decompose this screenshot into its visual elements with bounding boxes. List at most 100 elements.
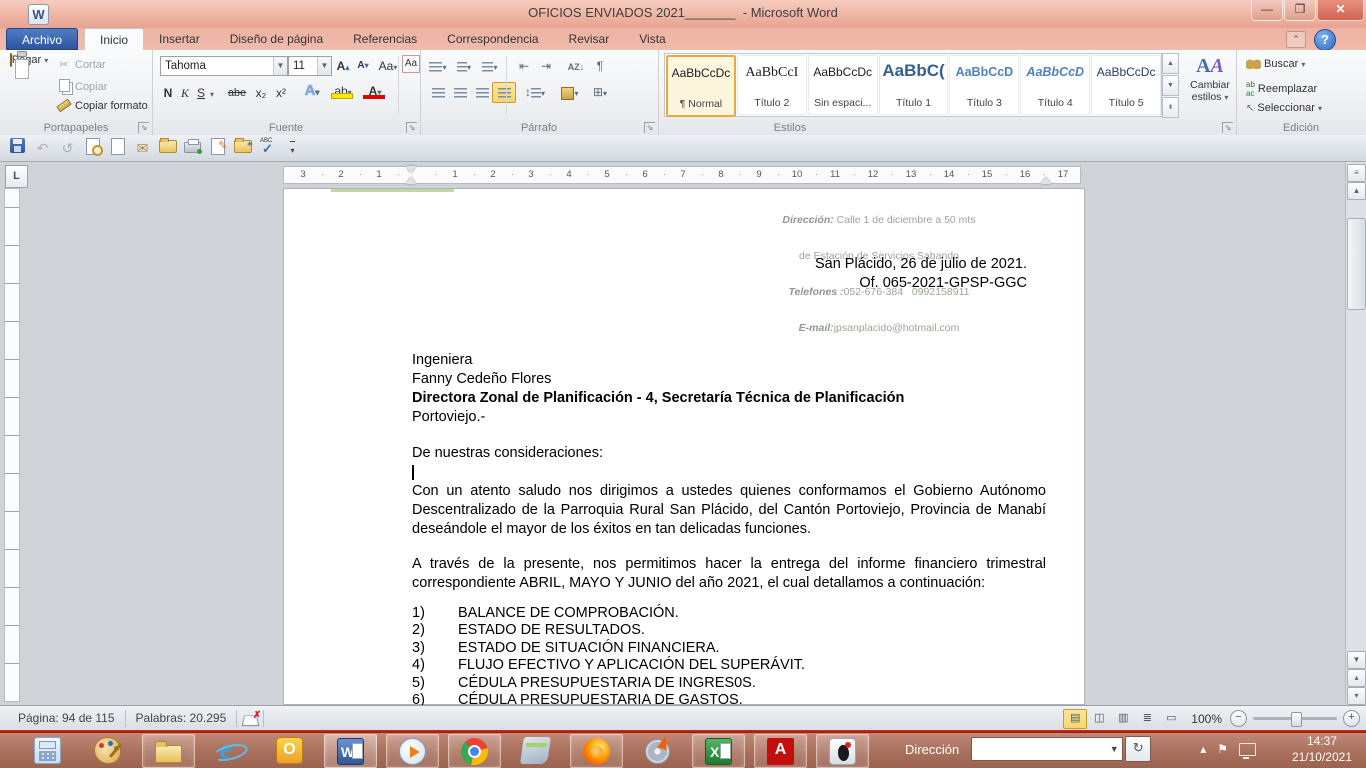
style-gallery-item[interactable]: AaBbC( Título 1 [879, 55, 949, 115]
close-button[interactable]: ✕ [1317, 0, 1364, 21]
show-paragraph-marks-button[interactable]: ¶ [588, 56, 612, 77]
java-app-icon[interactable] [816, 734, 869, 768]
style-gallery-item[interactable]: AaBbCcDc ¶ Normal [666, 55, 736, 117]
tab-revisar[interactable]: Revisar [554, 28, 625, 50]
media-player-icon[interactable] [386, 734, 439, 768]
paste-button[interactable]: Pegar ▾ [6, 53, 52, 123]
hanging-indent-marker[interactable] [406, 177, 416, 184]
fullscreen-reading-view-button[interactable]: ◫ [1087, 709, 1111, 729]
decrease-indent-button[interactable]: ⇤ [512, 56, 536, 77]
paint-icon[interactable] [82, 734, 133, 766]
align-center-button[interactable] [448, 82, 472, 103]
replace-button[interactable]: abacReemplazar [1246, 80, 1317, 98]
format-painter-button[interactable]: Copiar formato [56, 100, 148, 112]
align-right-button[interactable] [470, 82, 494, 103]
strikethrough-button[interactable]: abe [224, 83, 250, 103]
highlight-color-button[interactable]: ab▾ [330, 81, 356, 101]
style-gallery-item[interactable]: AaBbCcI Título 2 [737, 55, 807, 115]
chrome-icon[interactable] [448, 734, 501, 768]
toolbar-options-icon[interactable]: ▾ [281, 138, 304, 159]
underline-options-chevron-icon[interactable]: ▾ [207, 83, 217, 103]
scrollbar-thumb[interactable] [1347, 218, 1366, 310]
open-folder-icon[interactable] [156, 138, 179, 159]
superscript-button[interactable]: x² [272, 83, 290, 103]
change-case-button[interactable]: Aa▾ [376, 56, 400, 76]
new-document-icon[interactable] [106, 138, 129, 159]
word-count[interactable]: Palabras: 20.295 [126, 710, 238, 727]
outline-view-button[interactable]: ≣ [1135, 709, 1159, 729]
page-indicator[interactable]: Página: 94 de 115 [8, 710, 126, 727]
tab-insertar[interactable]: Insertar [144, 28, 215, 50]
file-explorer-icon[interactable] [142, 734, 195, 768]
tab-stop-selector-button[interactable]: L [5, 165, 28, 188]
spelling-grammar-icon[interactable]: ✓ [256, 138, 279, 159]
text-effects-button[interactable]: A▾ [302, 81, 322, 101]
zoom-slider-thumb[interactable] [1291, 712, 1302, 727]
calculator-icon[interactable] [22, 734, 73, 766]
increase-indent-button[interactable]: ⇥ [534, 56, 558, 77]
grow-font-button[interactable]: A▴ [334, 56, 352, 76]
word-icon[interactable] [324, 734, 377, 768]
action-center-flag-icon[interactable]: ⚑ [1217, 742, 1228, 756]
show-hidden-icons-button[interactable]: ▴ [1200, 742, 1206, 756]
print-preview-icon[interactable] [81, 138, 104, 159]
scroll-up-icon[interactable]: ▲ [1347, 182, 1366, 200]
autocad-icon[interactable] [754, 734, 807, 768]
select-button[interactable]: ↖Seleccionar ▾ [1246, 102, 1322, 114]
multilevel-list-button[interactable]: ▾ [478, 56, 502, 77]
font-family-combo[interactable]: Tahoma▼ [160, 56, 288, 76]
document-page[interactable]: Dirección: Calle 1 de diciembre a 50 mts… [283, 188, 1085, 705]
find-button[interactable]: Buscar ▾ [1246, 58, 1305, 70]
draft-view-button[interactable]: ▭ [1159, 709, 1183, 729]
borders-button[interactable]: ⊞▾ [586, 82, 614, 103]
bold-button[interactable]: N [160, 83, 176, 103]
style-gallery-more-icon[interactable]: ⇟ [1162, 97, 1179, 118]
print-layout-view-button[interactable]: ▤ [1063, 709, 1087, 729]
bullets-button[interactable]: ▾ [426, 56, 450, 77]
next-page-icon[interactable]: ▾ [1347, 687, 1366, 705]
style-gallery-down-icon[interactable]: ▼ [1162, 75, 1179, 96]
tab-inicio[interactable]: Inicio [84, 28, 144, 50]
clear-formatting-button[interactable]: Aa [402, 55, 420, 73]
subscript-button[interactable]: x₂ [252, 83, 270, 103]
print-icon[interactable] [181, 138, 204, 159]
sort-button[interactable]: AZ↓ [564, 56, 588, 77]
style-gallery-item[interactable]: AaBbCcD Título 3 [949, 55, 1019, 115]
line-spacing-button[interactable]: ↕▾ [520, 82, 550, 103]
address-bar-input[interactable]: ▼ [971, 737, 1123, 761]
zoom-slider[interactable] [1253, 717, 1337, 720]
taskbar-clock[interactable]: 14:37 21/10/2021 [1292, 733, 1352, 765]
minimize-button[interactable]: — [1251, 0, 1283, 21]
edit-document-icon[interactable] [206, 138, 229, 159]
tab-diseno-de-pagina[interactable]: Diseño de página [215, 28, 338, 50]
address-go-refresh-icon[interactable]: ↻ [1125, 736, 1151, 762]
internet-explorer-icon[interactable] [204, 734, 255, 766]
clipboard-dialog-launcher-icon[interactable]: ⇘ [138, 122, 149, 133]
font-size-combo[interactable]: 11▼ [288, 56, 332, 76]
right-indent-marker[interactable] [1041, 177, 1051, 184]
zoom-level[interactable]: 100% [1191, 712, 1222, 726]
scroll-down-icon[interactable]: ▼ [1347, 651, 1366, 669]
document-body[interactable]: Ingeniera Fanny Cedeño Flores Directora … [412, 351, 1046, 709]
network-tray-icon[interactable] [1239, 743, 1256, 756]
save-icon[interactable] [6, 138, 29, 159]
underline-button[interactable]: S [194, 83, 208, 103]
minimize-ribbon-chevron-icon[interactable]: ⌃ [1286, 31, 1306, 48]
redo-icon[interactable]: ↺ [56, 138, 79, 159]
spelling-status-icon[interactable] [237, 710, 264, 727]
justify-button[interactable] [492, 82, 516, 103]
numbering-button[interactable]: ▾ [452, 56, 476, 77]
excel-icon[interactable] [692, 734, 745, 768]
shrink-font-button[interactable]: A▾ [354, 56, 372, 76]
web-layout-view-button[interactable]: ▥ [1111, 709, 1135, 729]
paragraph-dialog-launcher-icon[interactable]: ⇘ [644, 122, 655, 133]
style-gallery-item[interactable]: AaBbCcD Título 4 [1020, 55, 1090, 115]
tab-vista[interactable]: Vista [624, 28, 680, 50]
tab-archivo[interactable]: Archivo [6, 28, 78, 50]
style-gallery-item[interactable]: AaBbCcDc Sin espaci... [808, 55, 878, 115]
zoom-out-button[interactable]: − [1230, 710, 1247, 727]
nero-burning-icon[interactable] [632, 734, 683, 766]
style-gallery-up-icon[interactable]: ▲ [1162, 53, 1179, 74]
cut-button[interactable]: ✂Cortar [56, 58, 106, 71]
vertical-scrollbar[interactable]: ≡ ▲ ▼ ▴ ▾ [1345, 162, 1366, 705]
